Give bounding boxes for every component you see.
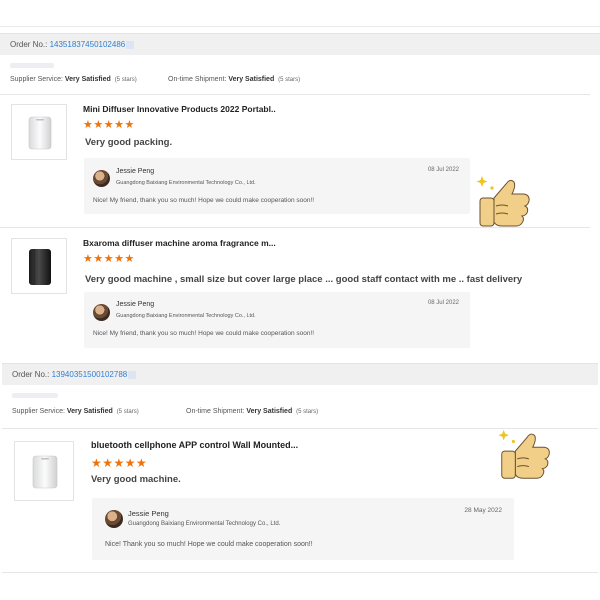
star-rating: ★★★★★ bbox=[91, 456, 148, 470]
thumbs-up-icon bbox=[498, 429, 550, 479]
bottom-divider bbox=[2, 572, 598, 573]
reply-date: 28 May 2022 bbox=[464, 507, 502, 514]
reply-company: Guangdong Baixiang Environmental Technol… bbox=[116, 313, 256, 319]
seller-reply: Jessie Peng Guangdong Baixiang Environme… bbox=[92, 498, 514, 560]
product-title-link[interactable]: Bxaroma diffuser machine aroma fragrance… bbox=[83, 238, 276, 248]
reply-author: Jessie Peng bbox=[128, 509, 169, 518]
reply-date: 08 Jul 2022 bbox=[427, 167, 459, 173]
reply-message: Nice! My friend, thank you so much! Hope… bbox=[93, 330, 315, 337]
supplier-label: Supplier Service: bbox=[12, 408, 65, 415]
diffuser-white-image bbox=[32, 455, 58, 489]
avatar bbox=[93, 170, 110, 187]
diffuser-black-image bbox=[29, 249, 51, 285]
supplier-value: Very Satisfied bbox=[64, 76, 111, 83]
product-thumbnail[interactable] bbox=[11, 104, 67, 160]
supplier-note: (5 stars) bbox=[116, 409, 139, 415]
supplier-note: (5 stars) bbox=[114, 77, 137, 83]
thumbs-up-icon bbox=[476, 176, 530, 227]
item-divider bbox=[0, 227, 590, 228]
section-divider bbox=[0, 94, 590, 95]
top-divider bbox=[0, 26, 600, 27]
product-thumbnail[interactable] bbox=[14, 441, 74, 501]
reply-message: Nice! My friend, thank you so much! Hope… bbox=[93, 197, 315, 204]
shipment-rating-row: On-time Shipment: Very Satisfied (5 star… bbox=[168, 76, 300, 83]
shipment-value: Very Satisfied bbox=[246, 408, 293, 415]
order-bar: Order No.: 13940351500102788 bbox=[2, 363, 598, 385]
supplier-rating-row: Supplier Service: Very Satisfied (5 star… bbox=[12, 408, 139, 415]
order-bar: Order No.: 14351837450102486 bbox=[0, 33, 600, 55]
redaction-blur bbox=[126, 40, 135, 49]
review-text: Very good machine , small size but cover… bbox=[85, 274, 523, 285]
redacted-text bbox=[12, 393, 58, 398]
product-thumbnail[interactable] bbox=[11, 238, 67, 294]
review-text: Very good machine. bbox=[91, 474, 181, 485]
reply-company: Guangdong Baixiang Environmental Technol… bbox=[128, 521, 281, 527]
avatar bbox=[105, 510, 123, 528]
shipment-note: (5 stars) bbox=[278, 77, 301, 83]
star-rating: ★★★★★ bbox=[83, 253, 135, 265]
review-text: Very good packing. bbox=[85, 137, 173, 148]
reply-author: Jessie Peng bbox=[116, 301, 155, 308]
supplier-rating-row: Supplier Service: Very Satisfied (5 star… bbox=[10, 76, 137, 83]
redaction-blur bbox=[128, 370, 137, 379]
avatar bbox=[93, 304, 110, 321]
product-title-link[interactable]: Mini Diffuser Innovative Products 2022 P… bbox=[83, 104, 276, 114]
reply-date: 08 Jul 2022 bbox=[427, 300, 459, 306]
seller-reply: Jessie Peng Guangdong Baixiang Environme… bbox=[84, 158, 470, 214]
order-number-link[interactable]: 13940351500102788 bbox=[52, 370, 128, 379]
reply-message: Nice! Thank you so much! Hope we could m… bbox=[105, 541, 313, 548]
diffuser-white-image bbox=[28, 116, 52, 150]
order-number-link[interactable]: 14351837450102486 bbox=[50, 40, 126, 49]
star-rating: ★★★★★ bbox=[83, 119, 135, 131]
reply-company: Guangdong Baixiang Environmental Technol… bbox=[116, 180, 256, 186]
supplier-label: Supplier Service: bbox=[10, 76, 63, 83]
redacted-text bbox=[10, 63, 54, 68]
shipment-note: (5 stars) bbox=[296, 409, 319, 415]
order-label: Order No.: bbox=[10, 40, 48, 49]
shipment-rating-row: On-time Shipment: Very Satisfied (5 star… bbox=[186, 408, 318, 415]
product-title-link[interactable]: bluetooth cellphone APP control Wall Mou… bbox=[91, 440, 298, 450]
order-label: Order No.: bbox=[12, 370, 50, 379]
supplier-value: Very Satisfied bbox=[66, 408, 113, 415]
seller-reply: Jessie Peng Guangdong Baixiang Environme… bbox=[84, 292, 470, 348]
shipment-label: On-time Shipment: bbox=[168, 76, 227, 83]
shipment-value: Very Satisfied bbox=[228, 76, 275, 83]
shipment-label: On-time Shipment: bbox=[186, 408, 245, 415]
reply-author: Jessie Peng bbox=[116, 168, 155, 175]
